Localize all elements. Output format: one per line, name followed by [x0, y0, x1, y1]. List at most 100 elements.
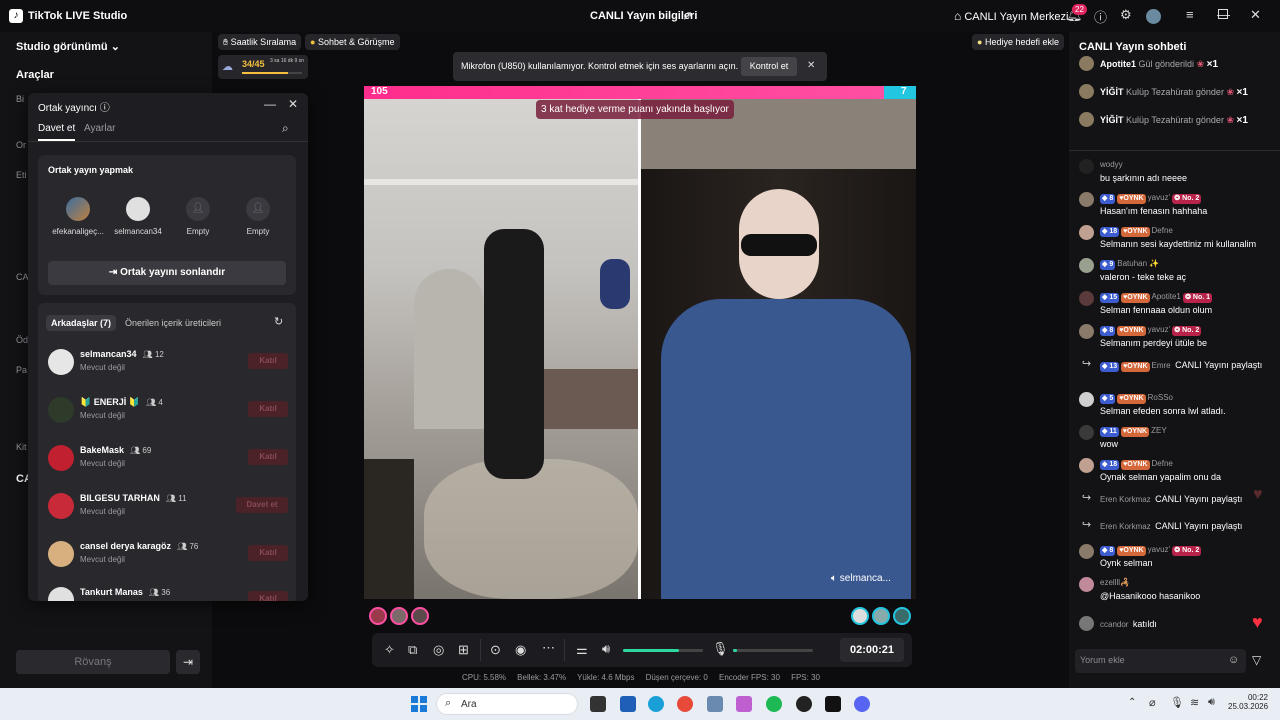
gift-row: YİĞİT Kulüp Tezahüratı gönder ❀ ×1 — [1079, 84, 1279, 104]
taskview-icon[interactable] — [590, 696, 606, 712]
friend-row: BILGESU TARHAN 👥︎ 11 Mevcut değil Davet e… — [48, 489, 288, 529]
avatar — [48, 397, 74, 423]
ai-icon[interactable]: ◎ — [433, 642, 444, 658]
help-icon[interactable]: ⓘ — [1094, 7, 1107, 26]
windows-start-icon[interactable] — [411, 696, 427, 712]
close-icon[interactable]: ✕ — [1250, 7, 1261, 23]
studio-view-dropdown[interactable]: Studio görünümü ⌄ — [16, 40, 120, 53]
chevron-up-icon[interactable]: ⌃ — [1128, 697, 1136, 708]
cohost-panel: Ortak yayıncı ⓘ — ✕ Davet et Ayarlar ⌕ O… — [28, 93, 308, 601]
mic-icon[interactable]: 🎙︎ — [712, 641, 729, 657]
level-badge: ◆ 18 — [1100, 460, 1120, 470]
left-score-fill — [364, 86, 884, 99]
clock[interactable]: 00:22 25.03.2026 — [1228, 693, 1268, 711]
join-button[interactable]: Katıl — [248, 353, 288, 369]
right-supporters[interactable] — [851, 607, 911, 625]
gift-goal-chip[interactable]: ● Hediye hedefi ekle — [972, 34, 1065, 50]
chat-message: ◆ 8 ♥OYNK yavuz' ❂ No. 2 Hasan'ım fenasın h… — [1079, 192, 1279, 222]
comment-input[interactable]: Yorum ekle ☺ — [1075, 649, 1246, 673]
search-icon[interactable]: ⌕ — [282, 121, 289, 136]
speaker-icon[interactable]: 🔊︎ — [1208, 696, 1215, 709]
refresh-icon[interactable]: ↻ — [274, 315, 283, 328]
mic-slider[interactable] — [733, 649, 813, 652]
guest-slot[interactable]: 👤︎ Empty — [168, 197, 228, 236]
sunglasses — [741, 234, 817, 256]
chat-meta: ◆ 13 ♥OYNK Emre CANLI Yayını paylaştı — [1100, 360, 1263, 372]
mixer-icon[interactable]: ⚌ — [576, 642, 588, 658]
copilot-icon[interactable] — [736, 696, 752, 712]
volume-icon[interactable]: 🔊︎ — [602, 641, 610, 657]
clip-icon[interactable]: ◉ — [515, 642, 526, 658]
divider — [564, 639, 565, 661]
edge-icon[interactable] — [648, 696, 664, 712]
share-icon: ↪ — [1081, 492, 1092, 504]
outlook-icon[interactable] — [620, 696, 636, 712]
tiktok-icon[interactable] — [825, 696, 841, 712]
fan-badge: ♥OYNK — [1121, 460, 1150, 470]
chat-text: Oynk selman — [1100, 558, 1153, 568]
join-button[interactable]: Katıl — [248, 591, 288, 601]
guest-slot[interactable]: efekanaligeç... — [48, 197, 108, 236]
hourly-ranking-chip[interactable]: ✋︎ Saatlik Sıralama — [218, 34, 302, 50]
share-icon[interactable]: ↗ — [682, 8, 693, 24]
level-badge: ◆ 8 — [1100, 194, 1116, 204]
live-center-button[interactable]: ⌂ CANLI Yayın Merkezi — [954, 9, 1068, 23]
add-scene-icon[interactable]: ⊞ — [458, 642, 469, 658]
emoji-icon[interactable]: ☺ — [1228, 654, 1239, 666]
more-icon[interactable]: ⋯ — [542, 640, 555, 656]
chat-message: ◆ 9 Batuhan ✨ valeron - teke teke aç — [1079, 258, 1279, 288]
gear-icon[interactable]: ⚙ — [1120, 7, 1132, 23]
tab-settings[interactable]: Ayarlar — [84, 123, 116, 134]
section-title: Ortak yayın yapmak — [48, 165, 134, 175]
chat-text: @Hasanikooo hasanikoo — [1100, 591, 1201, 601]
join-button[interactable]: Katıl — [248, 449, 288, 465]
title-bar: ♪ TikTok LIVE Studio CANLI Yayın bilgile… — [0, 0, 1280, 32]
rug — [424, 459, 638, 599]
close-icon[interactable]: ✕ — [807, 60, 815, 71]
menu-icon[interactable]: ≡ — [1186, 7, 1194, 22]
spotify-icon[interactable] — [766, 696, 782, 712]
chrome-icon[interactable] — [677, 696, 693, 712]
volume-fill — [623, 649, 679, 652]
tab-friends[interactable]: Arkadaşlar (7) — [46, 315, 117, 331]
partial-label: Öd — [16, 335, 29, 345]
left-supporters[interactable] — [369, 607, 429, 625]
discord-icon[interactable] — [854, 696, 870, 712]
maximize-icon[interactable] — [1218, 9, 1228, 19]
rematch-button[interactable]: Rövanş — [16, 650, 170, 674]
effects-icon[interactable]: ⧉ — [408, 642, 417, 658]
right-score-fill — [884, 86, 916, 99]
chat-meet-chip[interactable]: ● Sohbet & Görüşme — [305, 34, 400, 50]
wifi-icon[interactable]: ≋ — [1190, 696, 1199, 709]
taskbar-search[interactable]: ⌕ Ara — [436, 693, 578, 715]
chat-meta: ccandor katıldı — [1100, 619, 1157, 629]
guest-slot[interactable]: 👤︎ Empty — [228, 197, 288, 236]
join-button[interactable]: Katıl — [248, 545, 288, 561]
join-button[interactable]: Katıl — [248, 401, 288, 417]
end-cohost-button[interactable]: ⇥ Ortak yayını sonlandır — [48, 261, 286, 285]
invite-button[interactable]: Davet et — [236, 497, 288, 513]
volume-slider[interactable] — [623, 649, 703, 652]
minimize-icon[interactable]: — — [264, 97, 276, 111]
avatar — [1079, 192, 1094, 207]
magic-wand-icon[interactable]: ✧ — [384, 642, 395, 658]
guest-slot[interactable]: selmancan34 — [108, 197, 168, 236]
tab-suggested[interactable]: Önerilen içerik üreticileri — [125, 318, 221, 328]
network-icon[interactable]: ⌀ — [1149, 696, 1156, 709]
check-button[interactable]: Kontrol et — [741, 57, 797, 76]
close-icon[interactable]: ✕ — [288, 97, 298, 111]
gift-icon: ❀ — [1226, 115, 1234, 125]
level-widget[interactable]: ☁ 34/45 3 sa 16 dk 9 sn — [218, 55, 308, 79]
app-icon[interactable] — [707, 696, 723, 712]
filter-icon[interactable]: ▽ — [1252, 653, 1261, 667]
obs-icon[interactable] — [796, 696, 812, 712]
rank-badge: ❂ No. 2 — [1172, 194, 1202, 204]
tab-invite[interactable]: Davet et — [38, 123, 76, 141]
avatar[interactable] — [1146, 9, 1161, 24]
chat-text: wow — [1100, 439, 1119, 449]
exit-icon[interactable]: ⇥ — [176, 650, 200, 674]
stats-bar: CPU: 5.58% Bellek: 3.47% Yükle: 4.6 Mbps… — [462, 673, 820, 682]
mic-icon[interactable]: 🎙︎ — [1170, 696, 1184, 709]
chat-meta: ezellll🦂 — [1100, 578, 1130, 587]
record-icon[interactable]: ⊙ — [490, 642, 501, 658]
